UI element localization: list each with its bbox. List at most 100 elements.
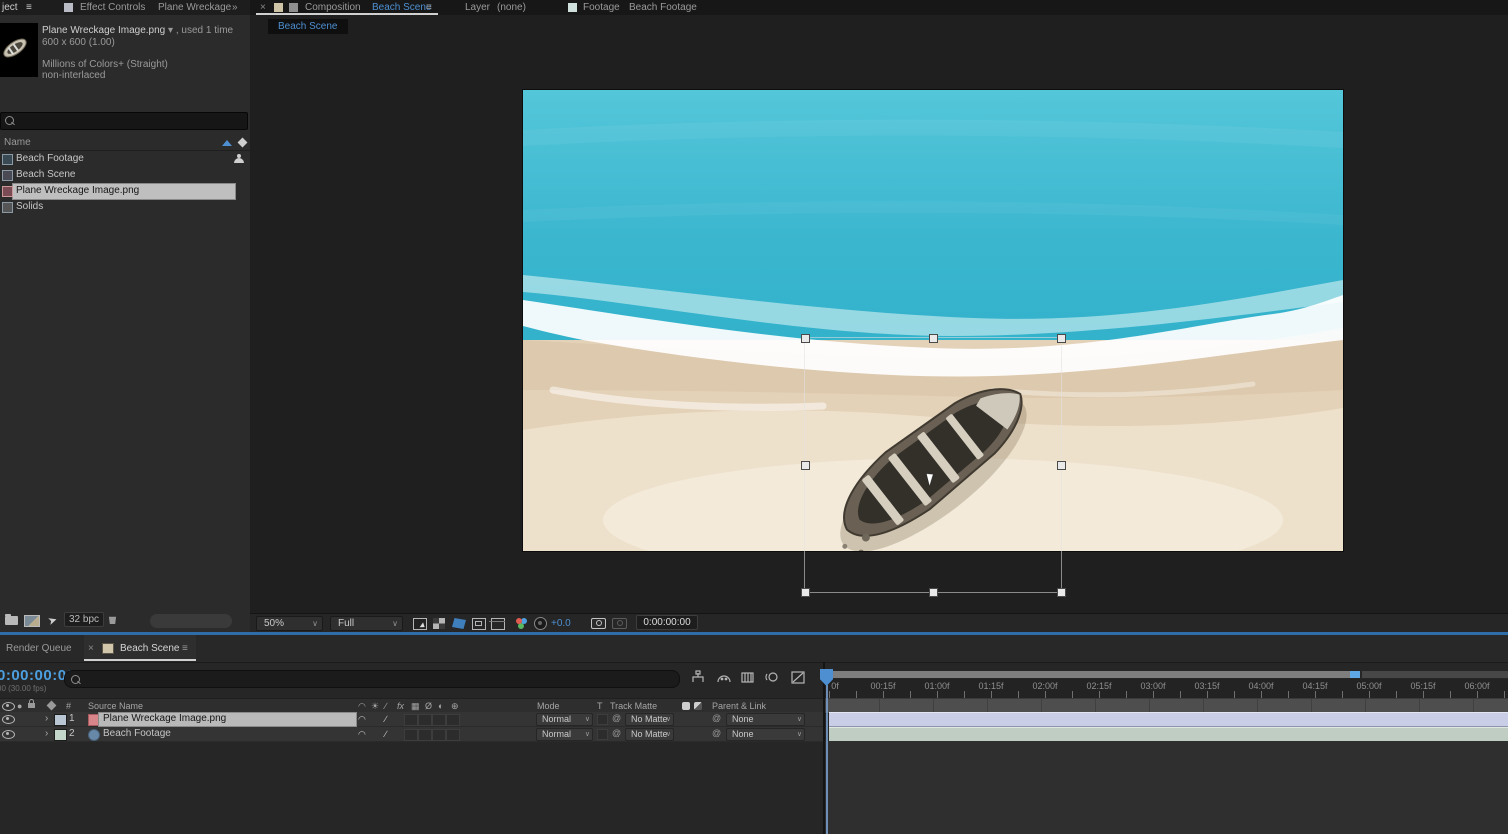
shy-toggle[interactable]: ◠	[358, 714, 366, 725]
tab-composition[interactable]: Composition	[305, 2, 361, 13]
sort-ascending-icon[interactable]	[222, 140, 232, 146]
tab-render-queue[interactable]: Render Queue	[6, 643, 72, 654]
show-snapshot-icon[interactable]	[612, 618, 627, 629]
shy-layers-icon[interactable]	[716, 670, 734, 686]
expand-chevron-icon[interactable]: ›	[45, 713, 48, 724]
project-item-beach-scene[interactable]: Beach Scene	[0, 167, 250, 183]
switch-cell[interactable]	[418, 714, 432, 726]
viewer-tab-beach-scene[interactable]: Beach Scene	[268, 19, 348, 34]
close-icon[interactable]: ×	[88, 643, 94, 654]
selection-handle-mid-right[interactable]	[1057, 461, 1066, 470]
take-snapshot-icon[interactable]	[591, 618, 606, 629]
work-area-end-handle[interactable]	[1350, 671, 1360, 678]
mini-flowchart-icon[interactable]	[690, 670, 708, 686]
tab-timeline-beach-scene[interactable]: × Beach Scene ≡	[84, 635, 196, 661]
layer-duration-bar-2[interactable]	[829, 727, 1508, 742]
switch-cell[interactable]	[432, 729, 446, 741]
matte-toggle-icon[interactable]	[682, 702, 690, 710]
expand-chevron-icon[interactable]: ›	[45, 728, 48, 739]
time-ruler[interactable]: 0f 00:15f 01:00f 01:15f 02:00f 02:15f 03…	[825, 679, 1508, 698]
preserve-transparency-cell[interactable]	[597, 714, 608, 725]
selection-handle-top-left[interactable]	[801, 334, 810, 343]
selection-handle-mid-left[interactable]	[801, 461, 810, 470]
switch-cell[interactable]	[404, 714, 418, 726]
matte-pickwhip-icon[interactable]: @	[612, 728, 621, 738]
layer-row-1[interactable]: › 1 Plane Wreckage Image.png ◠ ∕ Normal …	[0, 712, 824, 727]
layer-row-2[interactable]: › 2 Beach Footage ◠ ∕ Normal ∨ @ No Matt…	[0, 727, 824, 742]
close-tab-icon[interactable]: ×	[260, 2, 266, 13]
project-list-header[interactable]: Name	[0, 135, 250, 151]
graph-editor-icon[interactable]	[790, 670, 808, 686]
tab-effect-controls-target[interactable]: Plane Wreckage	[158, 2, 231, 13]
layer-visibility-toggle[interactable]	[2, 715, 15, 724]
tab-footage-target[interactable]: Beach Footage	[629, 2, 697, 13]
parent-dropdown[interactable]: None ∨	[726, 728, 805, 741]
project-item-label[interactable]: Solids	[16, 201, 43, 212]
selection-handle-bottom-center[interactable]	[929, 588, 938, 597]
new-folder-icon[interactable]	[5, 616, 18, 625]
parent-pickwhip-icon[interactable]: @	[712, 728, 721, 738]
preserve-transparency-icon[interactable]	[694, 702, 702, 710]
exposure-value[interactable]: +0.0	[551, 618, 571, 629]
motion-blur-icon[interactable]	[764, 670, 782, 686]
grid-guide-options-icon[interactable]	[413, 618, 427, 630]
composition-menu-icon[interactable]: ≡	[426, 2, 432, 13]
project-item-solids[interactable]: Solids	[0, 199, 250, 215]
tab-menu-icon[interactable]: ≡	[182, 643, 188, 654]
switch-cell[interactable]	[446, 714, 460, 726]
interpret-footage-icon[interactable]	[234, 154, 244, 163]
project-item-label[interactable]: Beach Footage	[16, 153, 84, 164]
mode-column-header[interactable]: Mode	[537, 701, 560, 711]
track-matte-column-header[interactable]: Track Matte	[610, 701, 657, 711]
switch-cell[interactable]	[446, 729, 460, 741]
switch-cell[interactable]	[404, 729, 418, 741]
tab-composition-target[interactable]: Beach Scene	[372, 2, 432, 13]
panel-menu-icon[interactable]: ≡	[26, 2, 32, 13]
parent-dropdown[interactable]: None ∨	[726, 713, 805, 726]
track-matte-dropdown[interactable]: No Matte ∨	[625, 713, 674, 726]
track-matte-dropdown[interactable]: No Matte ∨	[625, 728, 674, 741]
blend-mode-dropdown[interactable]: Normal ∨	[536, 713, 593, 726]
selection-handle-bottom-left[interactable]	[801, 588, 810, 597]
selection-handle-top-center[interactable]	[929, 334, 938, 343]
layer-duration-bar-1[interactable]	[829, 712, 1508, 727]
project-item-plane-wreckage[interactable]: Plane Wreckage Image.png	[0, 183, 250, 199]
work-area-bar[interactable]	[827, 671, 1353, 678]
delete-icon[interactable]	[108, 615, 117, 624]
selection-handle-top-right[interactable]	[1057, 334, 1066, 343]
name-column-header[interactable]: Name	[4, 137, 31, 148]
timeline-scrollbar[interactable]	[1362, 671, 1508, 678]
preserve-transparency-cell[interactable]	[597, 729, 608, 740]
layer-visibility-toggle[interactable]	[2, 730, 15, 739]
project-item-label[interactable]: Beach Scene	[16, 169, 76, 180]
playhead-line[interactable]	[826, 685, 828, 834]
project-item-label[interactable]: Plane Wreckage Image.png	[16, 185, 139, 196]
matte-pickwhip-icon[interactable]: @	[612, 713, 621, 723]
viewer-timecode[interactable]: 0:00:00:00	[636, 615, 698, 630]
filename-dropdown-icon[interactable]: ▾	[168, 25, 173, 36]
tab-overflow-icon[interactable]: »	[232, 2, 238, 13]
timeline-search-input[interactable]	[64, 670, 680, 688]
selection-handle-bottom-right[interactable]	[1057, 588, 1066, 597]
panel-column-divider[interactable]	[823, 662, 825, 834]
source-name-column-header[interactable]: Source Name	[88, 701, 143, 711]
resolution-dropdown[interactable]: Full ∨	[330, 616, 403, 631]
parent-pickwhip-icon[interactable]: @	[712, 713, 721, 723]
bit-depth-button[interactable]: 32 bpc	[64, 612, 104, 627]
label-column-icon[interactable]	[238, 138, 248, 148]
new-composition-icon[interactable]	[24, 615, 40, 627]
magnification-dropdown[interactable]: 50% ∨	[256, 616, 323, 631]
quality-toggle[interactable]: ∕	[385, 714, 387, 724]
pixel-aspect-correction-icon[interactable]	[491, 618, 505, 630]
tab-effect-controls[interactable]: Effect Controls	[80, 2, 145, 13]
timeline-graph-background[interactable]	[825, 741, 1508, 834]
quality-toggle[interactable]: ∕	[385, 729, 387, 739]
shy-toggle[interactable]: ◠	[358, 729, 366, 740]
switch-cell[interactable]	[432, 714, 446, 726]
project-item-beach-footage[interactable]: Beach Footage	[0, 151, 250, 167]
mask-visibility-icon[interactable]	[452, 618, 466, 629]
tab-layer[interactable]: Layer	[465, 2, 490, 13]
project-flowchart-icon[interactable]: ➤	[46, 613, 59, 628]
tab-layer-target[interactable]: (none)	[497, 2, 526, 13]
label-color-swatch[interactable]	[54, 729, 67, 741]
